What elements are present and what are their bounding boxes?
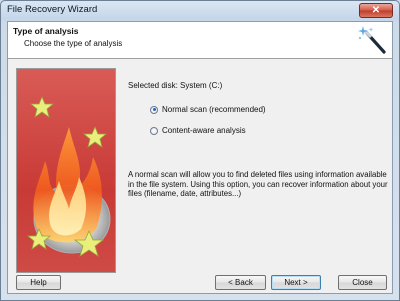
content-aware-label[interactable]: Content-aware analysis [162, 126, 246, 135]
back-button[interactable]: < Back [215, 275, 266, 290]
scan-description: A normal scan will allow you to find del… [128, 170, 388, 199]
page-subtitle: Choose the type of analysis [24, 39, 123, 48]
normal-scan-radio[interactable] [150, 105, 158, 114]
selected-disk-label: Selected disk: System (C:) [128, 81, 223, 90]
content-aware-radio-option[interactable]: Content-aware analysis [150, 126, 246, 135]
wizard-client-area: Type of analysis Choose the type of anal… [7, 21, 393, 294]
help-button[interactable]: Help [16, 275, 61, 290]
flaming-disc-illustration [26, 95, 111, 257]
window-close-button[interactable]: ✕ [359, 3, 393, 18]
window-title: File Recovery Wizard [7, 4, 98, 15]
page-title: Type of analysis [13, 26, 79, 36]
content-aware-radio[interactable] [150, 126, 158, 135]
magic-wand-icon [358, 26, 386, 54]
close-icon: ✕ [371, 5, 381, 16]
wizard-header: Type of analysis Choose the type of anal… [8, 22, 392, 59]
close-button[interactable]: Close [338, 275, 387, 290]
normal-scan-radio-option[interactable]: Normal scan (recommended) [150, 105, 266, 114]
wizard-illustration [16, 68, 116, 273]
next-button[interactable]: Next > [271, 275, 321, 290]
wizard-window: File Recovery Wizard ✕ Type of analysis … [0, 0, 400, 301]
title-bar[interactable]: File Recovery Wizard ✕ [1, 1, 399, 21]
normal-scan-label[interactable]: Normal scan (recommended) [162, 105, 266, 114]
